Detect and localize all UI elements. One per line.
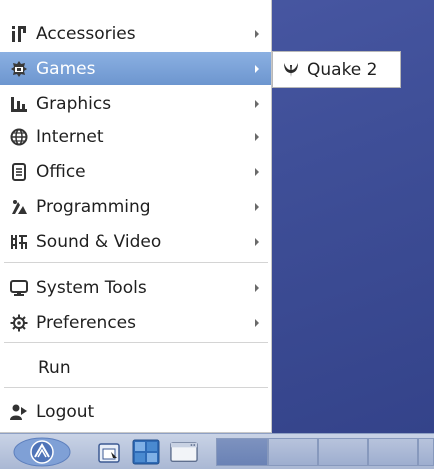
logout-icon (8, 401, 30, 423)
menu-item-office[interactable]: Office (0, 155, 271, 188)
submenu-arrow-icon (255, 237, 259, 246)
submenu-arrow-icon (255, 283, 259, 292)
menu-item-internet[interactable]: Internet (0, 120, 271, 153)
start-menu-icon (13, 437, 71, 467)
menu-item-logout[interactable]: Logout (0, 395, 271, 428)
games-icon (8, 58, 30, 80)
games-submenu: Quake 2 (272, 51, 401, 88)
gear-icon (8, 312, 30, 334)
terminal-window-icon (170, 441, 198, 463)
menu-item-accessories[interactable]: Accessories (0, 17, 271, 50)
menu-item-label: Run (38, 357, 71, 378)
screen: Accessories Games Graphics Internet Offi… (0, 0, 434, 469)
taskbar-window-slot[interactable] (418, 438, 434, 466)
sound-video-icon (8, 231, 30, 253)
submenu-arrow-icon (255, 64, 259, 73)
taskbar-window-slot[interactable] (268, 438, 318, 466)
menu-separator (4, 387, 268, 388)
file-manager-icon (98, 443, 120, 463)
taskbar (0, 433, 434, 469)
menu-separator (4, 342, 268, 343)
submenu-arrow-icon (255, 202, 259, 211)
submenu-arrow-icon (255, 99, 259, 108)
quake-icon (281, 60, 301, 80)
menu-item-run[interactable]: Run (0, 351, 271, 384)
menu-separator (4, 262, 268, 263)
menu-item-system-tools[interactable]: System Tools (0, 271, 271, 304)
submenu-arrow-icon (255, 167, 259, 176)
menu-item-label: Preferences (36, 312, 136, 333)
menu-item-label: Programming (36, 196, 151, 217)
menu-item-label: Sound & Video (36, 231, 162, 252)
desktop-switch-icon (132, 439, 160, 465)
programming-icon (8, 196, 30, 218)
menu-item-graphics[interactable]: Graphics (0, 87, 271, 120)
desktop-switch-launcher[interactable] (132, 439, 160, 465)
menu-item-label: Games (36, 58, 96, 79)
application-menu: Accessories Games Graphics Internet Offi… (0, 0, 272, 433)
submenu-arrow-icon (255, 318, 259, 327)
terminal-window-launcher[interactable] (170, 439, 198, 465)
taskbar-window-slot[interactable] (216, 438, 268, 466)
menu-item-label: Graphics (36, 93, 112, 114)
submenu-arrow-icon (255, 132, 259, 141)
menu-item-games[interactable]: Games (0, 52, 271, 85)
office-document-icon (8, 161, 30, 183)
menu-item-label: Internet (36, 126, 104, 147)
taskbar-window-slot[interactable] (318, 438, 368, 466)
submenu-item-quake-2[interactable]: Quake 2 (273, 54, 400, 85)
menu-item-sound-video[interactable]: Sound & Video (0, 225, 271, 258)
monitor-icon (8, 277, 30, 299)
menu-item-label: System Tools (36, 277, 147, 298)
menu-item-label: Logout (36, 401, 95, 422)
start-menu-button[interactable] (10, 436, 74, 468)
menu-item-preferences[interactable]: Preferences (0, 306, 271, 339)
taskbar-window-slot[interactable] (368, 438, 418, 466)
graphics-icon (8, 93, 30, 115)
submenu-arrow-icon (255, 29, 259, 38)
submenu-item-label: Quake 2 (307, 59, 378, 80)
file-manager-launcher[interactable] (96, 439, 124, 465)
menu-item-label: Accessories (36, 23, 136, 44)
menu-item-label: Office (36, 161, 86, 182)
accessories-icon (8, 23, 30, 45)
internet-globe-icon (8, 126, 30, 148)
menu-item-programming[interactable]: Programming (0, 190, 271, 223)
